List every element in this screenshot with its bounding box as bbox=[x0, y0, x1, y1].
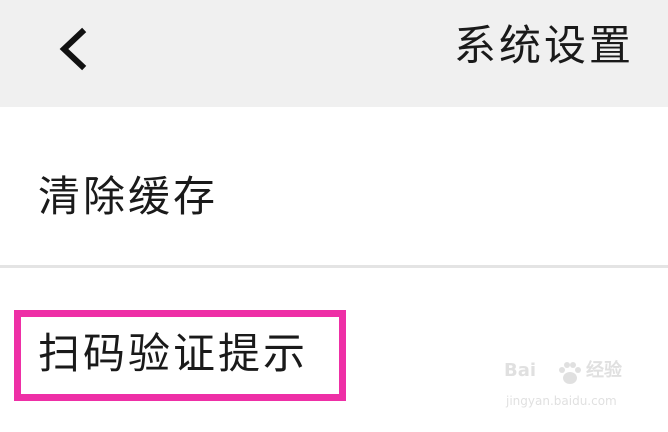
page-title: 系统设置 bbox=[453, 21, 634, 70]
back-button[interactable] bbox=[44, 18, 104, 78]
paw-icon bbox=[559, 362, 581, 384]
chevron-left-icon bbox=[59, 27, 87, 71]
settings-screen: 系统设置 清除缓存 扫码验证提示 Bai 经验 jingyan.baidu.co… bbox=[0, 0, 668, 432]
settings-item-label: 清除缓存 bbox=[38, 172, 219, 221]
watermark-url: jingyan.baidu.com bbox=[506, 394, 617, 408]
watermark: Bai 经验 jingyan.baidu.com bbox=[504, 360, 634, 416]
top-bar: 系统设置 bbox=[0, 0, 668, 107]
watermark-brand: Bai bbox=[504, 360, 537, 381]
highlight-box bbox=[14, 310, 346, 401]
settings-item-clear-cache[interactable]: 清除缓存 bbox=[0, 107, 668, 265]
watermark-suffix: 经验 bbox=[586, 360, 622, 381]
